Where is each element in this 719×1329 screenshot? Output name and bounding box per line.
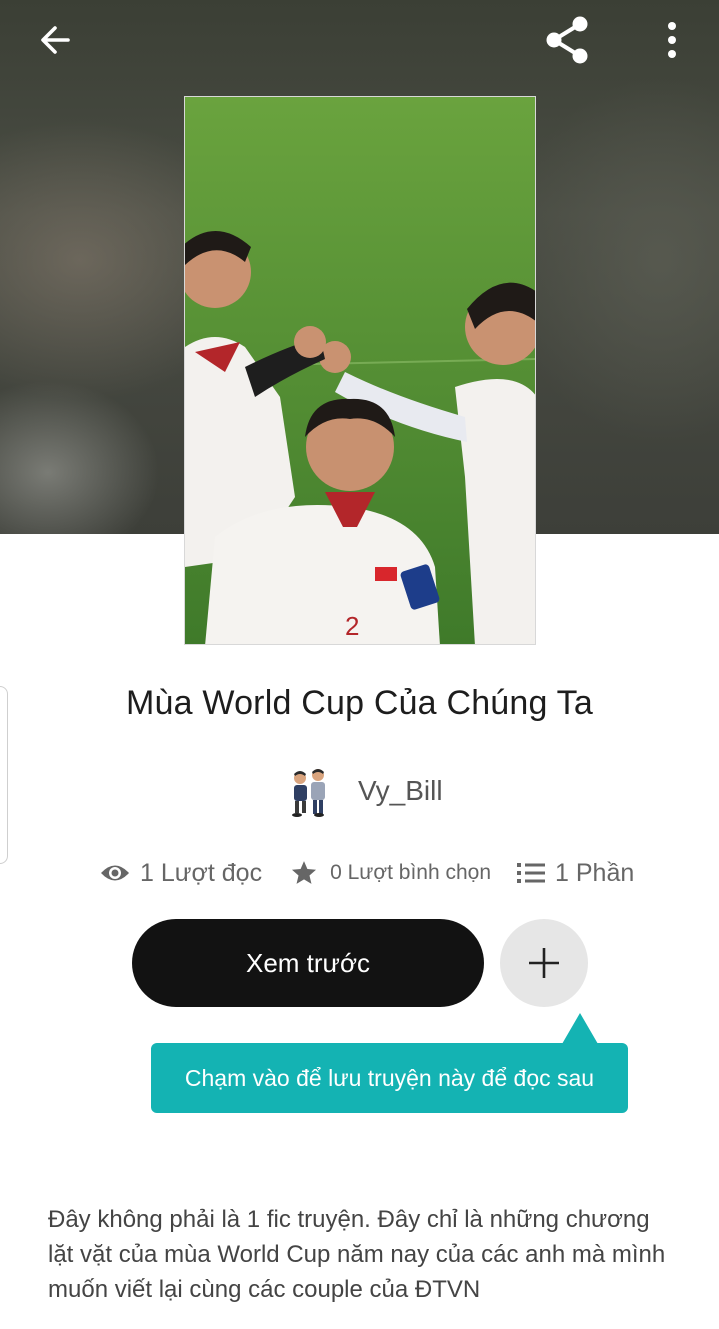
votes-count: 0 Lượt bình chọn xyxy=(330,861,492,884)
back-button[interactable] xyxy=(26,16,86,64)
more-options-button[interactable] xyxy=(648,14,696,66)
plus-icon xyxy=(529,948,559,978)
arrow-left-icon xyxy=(41,26,70,54)
preview-button[interactable]: Xem trước xyxy=(132,919,484,1007)
story-stats: 1 Lượt đọc 0 Lượt bình chọn 1 Phần xyxy=(100,852,634,894)
add-to-library-button[interactable] xyxy=(500,919,588,1007)
svg-text:2: 2 xyxy=(345,611,359,641)
tooltip-pointer xyxy=(562,1013,598,1044)
star-icon xyxy=(292,861,317,884)
share-icon xyxy=(546,16,588,64)
tooltip-text: Chạm vào để lưu truyện này để đọc sau xyxy=(184,1064,595,1091)
author-link[interactable]: Vy_Bill xyxy=(286,764,443,818)
save-for-later-tooltip[interactable]: Chạm vào để lưu truyện này để đọc sau xyxy=(151,1043,628,1113)
parts-stat: 1 Phần xyxy=(517,859,634,888)
reads-count: 1 Lượt đọc xyxy=(140,858,263,887)
share-button[interactable] xyxy=(536,12,600,68)
eye-icon xyxy=(101,865,129,881)
author-name: Vy_Bill xyxy=(358,775,443,806)
cover-illustration: 2 xyxy=(185,97,535,644)
votes-stat: 0 Lượt bình chọn xyxy=(290,859,491,887)
story-cover-image[interactable]: 2 xyxy=(184,96,536,645)
list-icon xyxy=(517,863,546,883)
author-avatar xyxy=(292,769,325,817)
parts-count: 1 Phần xyxy=(555,858,635,887)
more-vertical-icon xyxy=(668,22,676,58)
reads-stat: 1 Lượt đọc xyxy=(100,859,262,888)
story-description: Đây không phải là 1 fic truyện. Đây chỉ … xyxy=(48,1206,666,1303)
story-title: Mùa World Cup Của Chúng Ta xyxy=(126,684,593,722)
